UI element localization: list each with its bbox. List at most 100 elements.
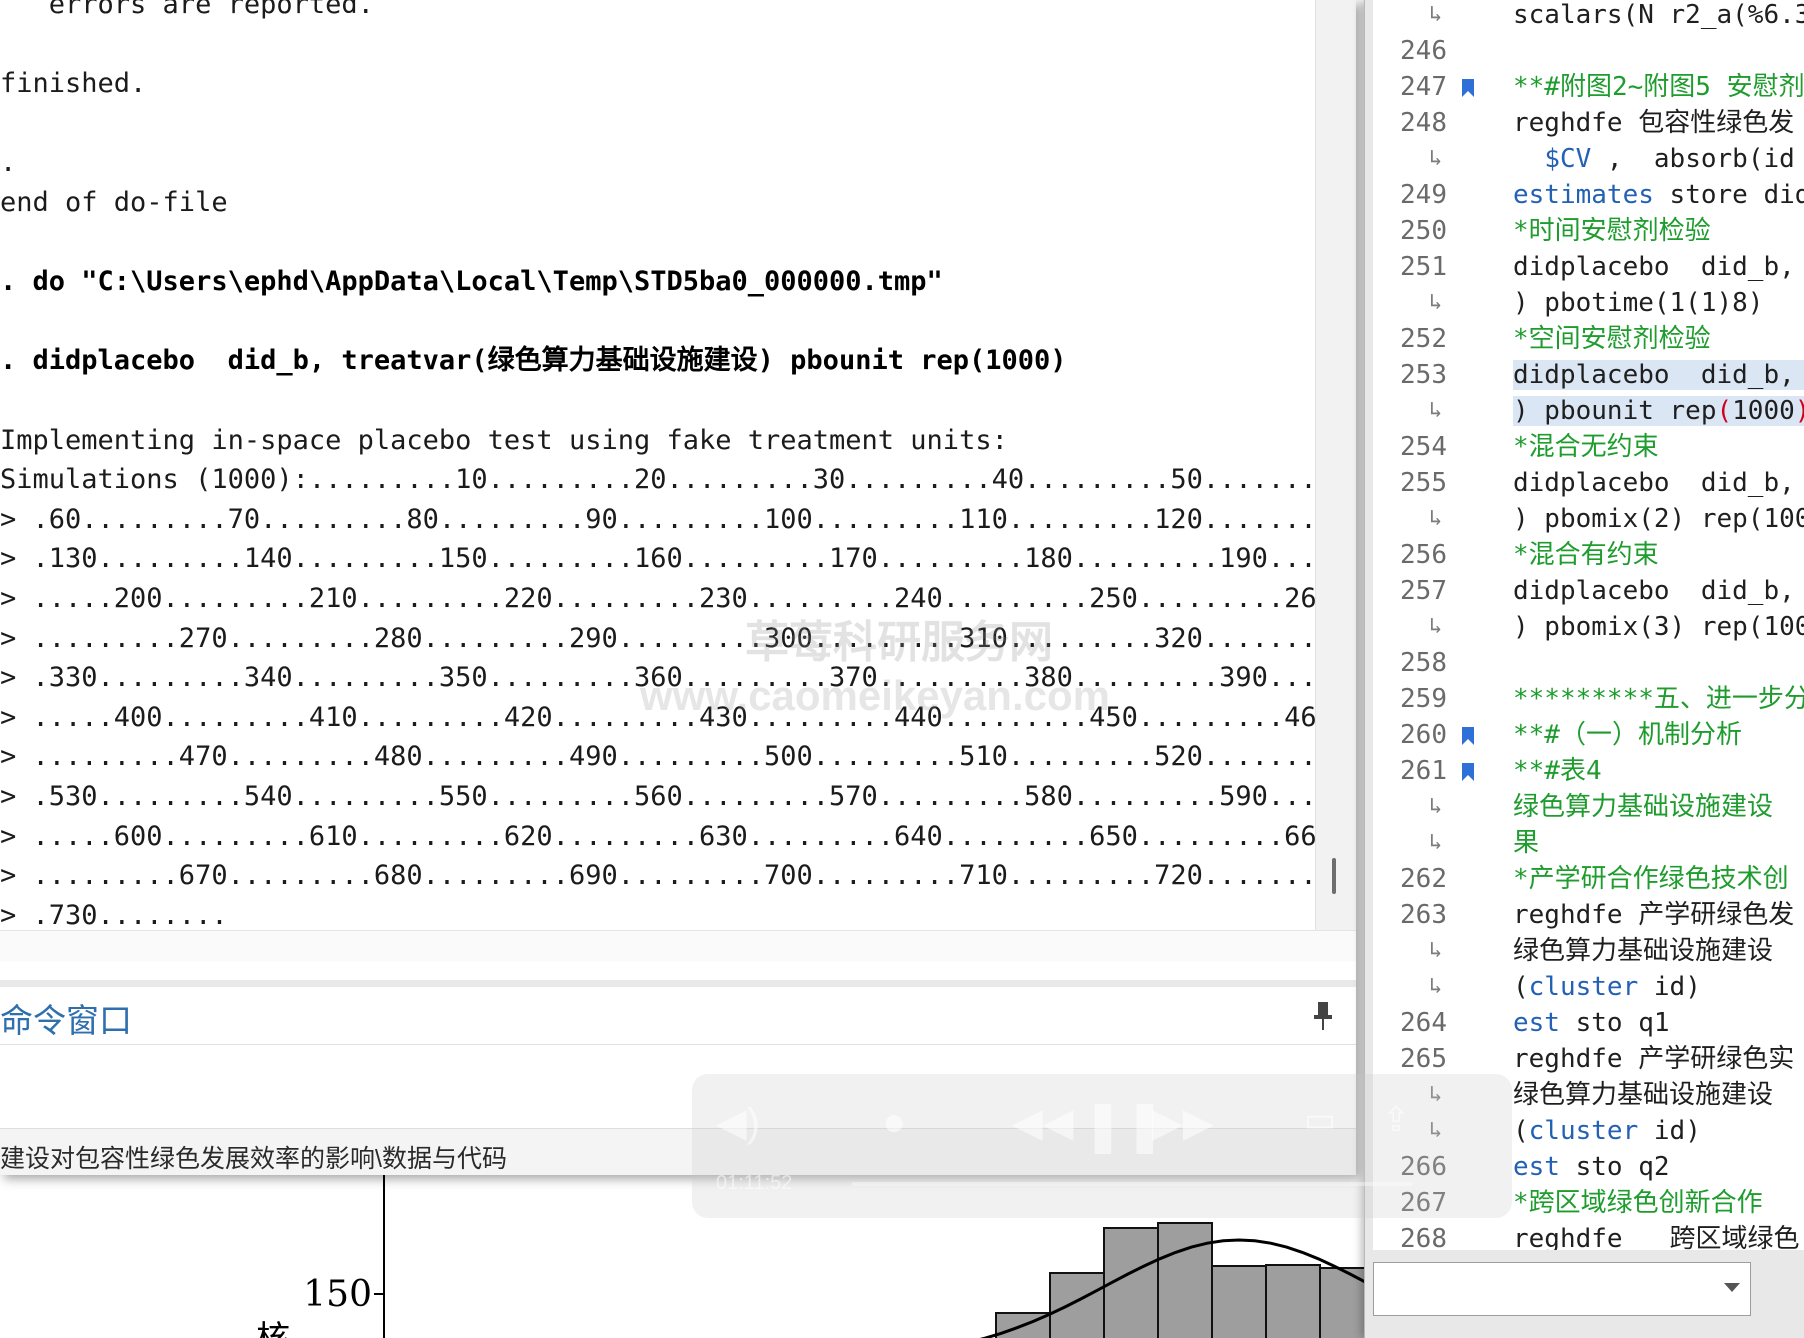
line-number: 248 — [1400, 108, 1447, 138]
line-wrap-icon: ↳ — [1429, 830, 1443, 855]
code-line: 绿色算力基础设施建设 — [1513, 792, 1774, 822]
results-line: errors are reported. — [0, 0, 374, 20]
results-line: > .....600.........610.........620......… — [0, 820, 1320, 852]
line-number: 250 — [1400, 216, 1447, 246]
results-line: > .....200.........210.........220......… — [0, 583, 1320, 614]
code-line: didplacebo did_b, t — [1513, 576, 1804, 606]
line-number: 257 — [1400, 576, 1447, 606]
code-line: reghdfe 产学研绿色发 — [1513, 900, 1795, 930]
code-line: est sto q1 — [1513, 1008, 1670, 1038]
line-number: 260 — [1400, 720, 1447, 750]
results-line: > .730........ — [0, 899, 228, 930]
pane-splitter[interactable] — [0, 980, 1356, 987]
pin-icon[interactable] — [1312, 1000, 1334, 1032]
line-number: 262 — [1400, 864, 1447, 894]
line-wrap-icon: ↳ — [1429, 146, 1443, 171]
share-icon[interactable]: ⇪ — [1382, 1100, 1411, 1140]
code-line: 绿色算力基础设施建设 — [1513, 1080, 1774, 1110]
chevron-down-icon[interactable] — [1724, 1283, 1740, 1292]
playback-time: 01:11:52 — [716, 1172, 793, 1194]
results-line: > .60.........70.........80.........90..… — [0, 503, 1320, 535]
results-line: end of do-file — [0, 187, 228, 218]
line-number: 247 — [1400, 72, 1447, 102]
y-axis-label: 核 — [256, 1319, 290, 1338]
code-line: 果 — [1513, 828, 1540, 858]
results-line: > .........670.........680.........690..… — [0, 860, 1320, 892]
playback-progress-bar[interactable] — [852, 1182, 1412, 1186]
line-number: 259 — [1400, 684, 1447, 714]
results-line: > .........270.........280.........290..… — [0, 622, 1320, 654]
working-directory-path: 建设对包容性绿色发展效率的影响\数据与代码 — [0, 1145, 507, 1173]
histogram-bar — [1049, 1272, 1105, 1338]
results-output: errors are reported. finished.. end of do-… — [0, 0, 1320, 930]
results-line: > .130.........140.........150.........1… — [0, 543, 1320, 575]
line-wrap-icon: ↳ — [1429, 506, 1443, 531]
editor-bottom-bar — [1365, 1250, 1804, 1338]
line-number: 252 — [1400, 324, 1447, 354]
line-number: 251 — [1400, 252, 1447, 282]
editor-dropdown[interactable] — [1373, 1262, 1751, 1316]
line-wrap-icon: ↳ — [1429, 398, 1443, 423]
line-number: 246 — [1400, 36, 1447, 66]
code-line: didplacebo did_b, t — [1513, 358, 1804, 392]
results-line: . do "C:\Users\ephd\AppData\Local\Temp\S… — [0, 266, 943, 298]
line-number: 255 — [1400, 468, 1447, 498]
histogram-bar — [1211, 1265, 1267, 1338]
screen-icon[interactable]: ▭ — [1304, 1100, 1336, 1140]
code-line: 绿色算力基础设施建设 — [1513, 936, 1774, 966]
rewind-icon[interactable]: ◀◀ — [1012, 1100, 1074, 1146]
code-line: (cluster id) — [1513, 972, 1701, 1002]
bookmark-icon[interactable] — [1461, 78, 1475, 98]
code-line: *时间安慰剂检验 — [1513, 216, 1711, 246]
line-number: 265 — [1400, 1044, 1447, 1074]
code-line: (cluster id) — [1513, 1116, 1701, 1146]
record-dot-icon[interactable]: ● — [882, 1100, 906, 1145]
results-scroll-thumb[interactable] — [1332, 858, 1336, 894]
line-number: 261 — [1400, 756, 1447, 786]
code-line: didplacebo did_b, t — [1513, 252, 1804, 282]
line-number: 249 — [1400, 180, 1447, 210]
histogram-bar — [1265, 1264, 1321, 1338]
code-line: *跨区域绿色创新合作 — [1513, 1188, 1763, 1218]
code-line: **#（一）机制分析 — [1513, 720, 1742, 750]
bookmark-icon[interactable] — [1461, 762, 1475, 782]
code-line: reghdfe 包容性绿色发 — [1513, 108, 1795, 138]
line-number: 256 — [1400, 540, 1447, 570]
code-line: ) pbotime(1(1)8) — [1513, 288, 1764, 318]
bookmark-icon[interactable] — [1461, 726, 1475, 746]
results-scrollbar[interactable] — [1315, 0, 1356, 930]
line-wrap-icon: ↳ — [1429, 974, 1443, 999]
code-line: didplacebo did_b, t — [1513, 468, 1804, 498]
video-player-overlay[interactable]: ◀) ● ◀◀ ❚❚ ▶▶ ▭ ⇪ 01:11:52 — [692, 1074, 1512, 1218]
code-line: **#表4 — [1513, 756, 1602, 786]
results-line: > .........470.........480.........490..… — [0, 741, 1320, 773]
code-line: scalars(N r2_a(%6.3f — [1513, 0, 1804, 30]
watermark-url: www.caomeikeyan.com — [640, 672, 1110, 719]
line-wrap-icon: ↳ — [1429, 614, 1443, 639]
results-line: . — [0, 147, 17, 179]
results-line: Implementing in-space placebo test using… — [0, 424, 1008, 456]
code-line: ) pbomix(3) rep(1000 — [1513, 612, 1804, 642]
code-line: **#附图2~附图5 安慰剂 — [1513, 72, 1804, 102]
code-line: estimates store did_ — [1513, 180, 1804, 210]
line-wrap-icon: ↳ — [1429, 2, 1443, 27]
volume-icon[interactable]: ◀) — [716, 1100, 760, 1146]
line-number: 263 — [1400, 900, 1447, 930]
line-wrap-icon: ↳ — [1429, 290, 1443, 315]
fast-forward-icon[interactable]: ▶▶ — [1152, 1100, 1214, 1146]
line-number: 264 — [1400, 1008, 1447, 1038]
code-line: ) pbomix(2) rep(1000 — [1513, 504, 1804, 534]
code-area[interactable]: scalars(N r2_a(%6.3f **#附图2~附图5 安慰剂 reghdf… — [1501, 0, 1804, 1250]
results-horizontal-scrollbar[interactable] — [0, 930, 1356, 961]
code-line: est sto q2 — [1513, 1152, 1670, 1182]
code-line: *产学研合作绿色技术创 — [1513, 864, 1789, 894]
y-tick-label: 150 — [303, 1274, 372, 1315]
line-number: 254 — [1400, 432, 1447, 462]
code-line: *空间安慰剂检验 — [1513, 324, 1711, 354]
line-wrap-icon: ↳ — [1429, 794, 1443, 819]
code-line: *混合无约束 — [1513, 432, 1659, 462]
results-line: finished. — [0, 68, 147, 100]
line-number: 253 — [1400, 360, 1447, 390]
code-line: reghdfe 产学研绿色实 — [1513, 1044, 1795, 1074]
watermark-title: 草莓科研服务网 — [745, 618, 1053, 667]
